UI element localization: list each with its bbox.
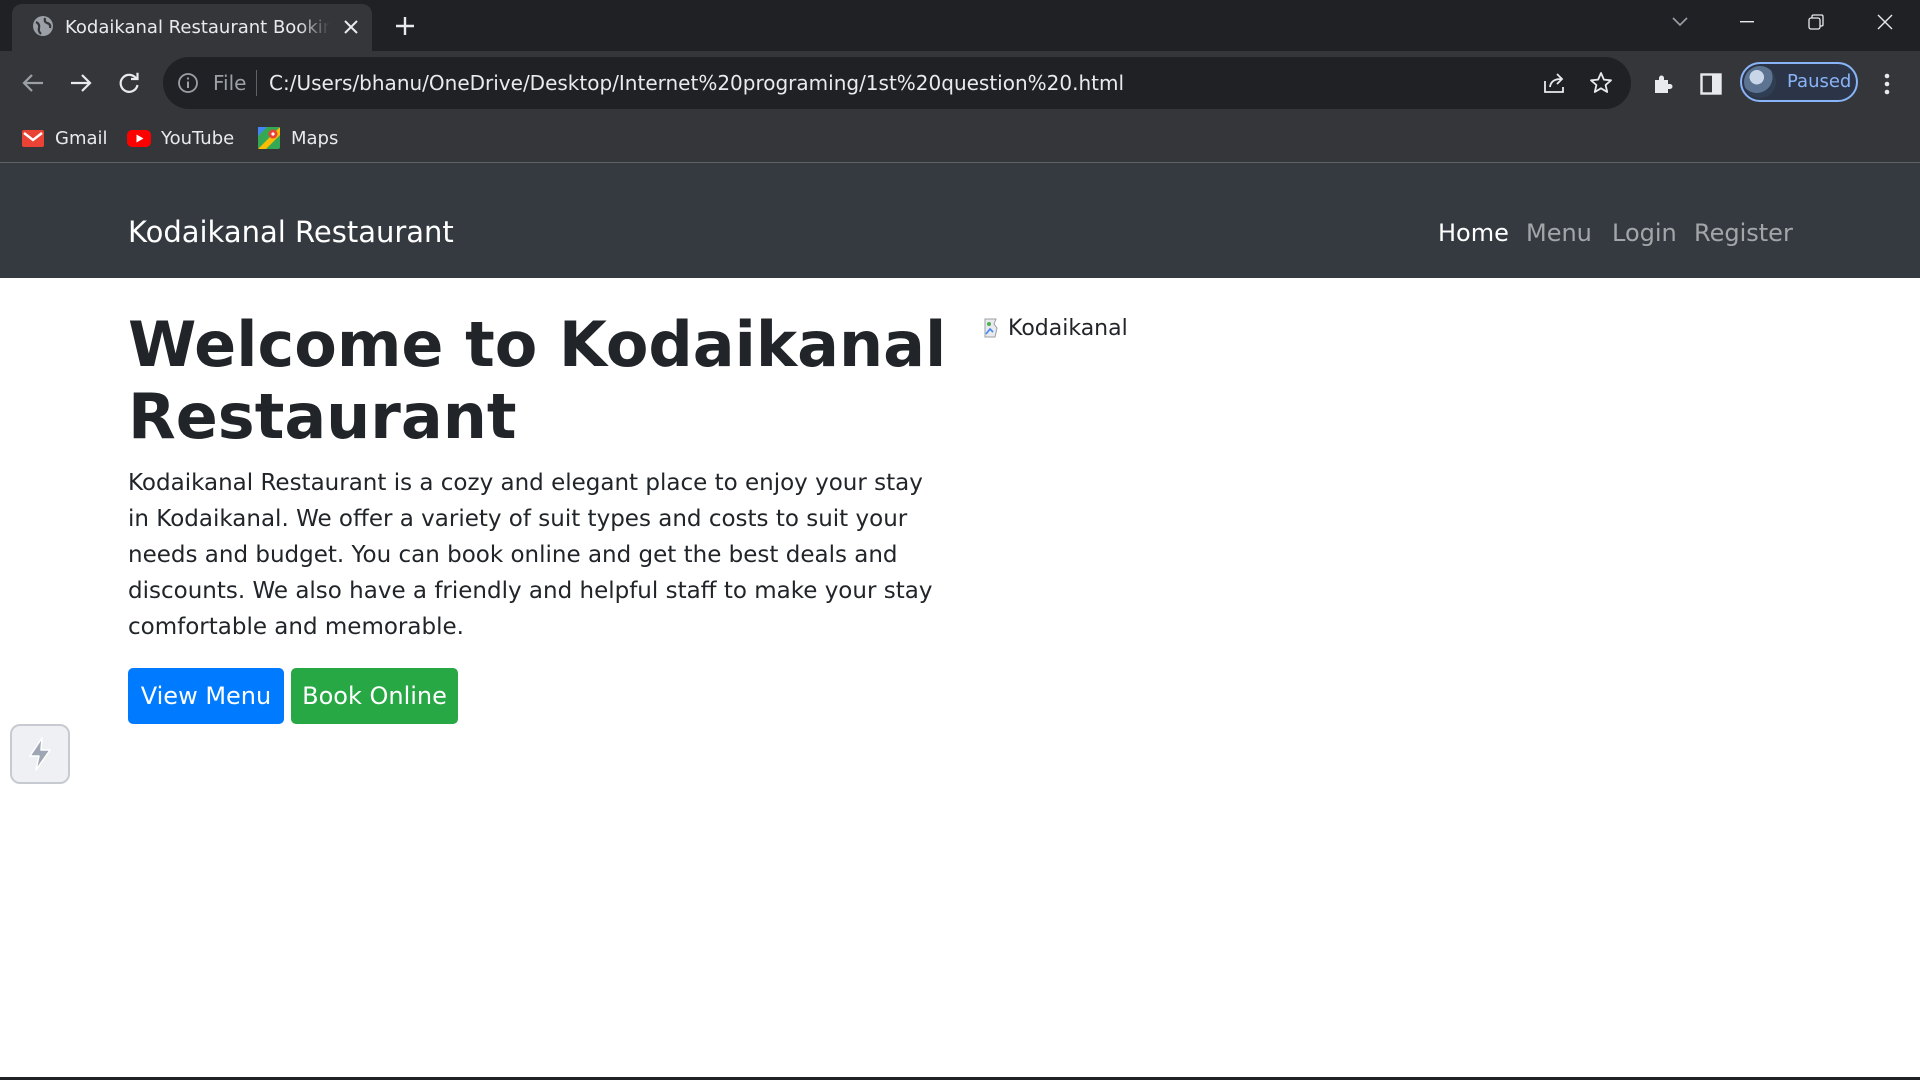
- image-alt-text: Kodaikanal: [1008, 315, 1128, 341]
- bookmark-star-icon[interactable]: [1588, 70, 1614, 96]
- nav-link-register[interactable]: Register: [1694, 218, 1793, 248]
- browser-toolbar: File C:/Users/bhanu/OneDrive/Desktop/Int…: [0, 51, 1920, 116]
- maps-icon: [257, 127, 281, 149]
- web-page: Kodaikanal Restaurant Home Menu Login Re…: [0, 163, 1920, 1080]
- bookmark-label: Gmail: [55, 127, 108, 149]
- profile-status: Paused: [1787, 71, 1852, 92]
- lightning-icon: [29, 737, 51, 771]
- tab-search-button[interactable]: [1660, 6, 1700, 38]
- close-window-button[interactable]: [1865, 6, 1905, 38]
- globe-icon: [32, 15, 54, 37]
- youtube-icon: [127, 128, 151, 148]
- restore-icon: [1808, 14, 1824, 30]
- floating-widget-button[interactable]: [10, 724, 70, 784]
- new-tab-button[interactable]: [390, 11, 420, 41]
- bookmark-maps[interactable]: Maps: [257, 123, 338, 153]
- bookmark-gmail[interactable]: Gmail: [21, 123, 108, 153]
- bookmark-label: YouTube: [161, 127, 235, 149]
- bookmarks-bar: Gmail YouTube Maps: [0, 116, 1920, 163]
- nav-link-home[interactable]: Home: [1438, 218, 1509, 248]
- forward-button[interactable]: [63, 65, 99, 101]
- hero-description: Kodaikanal Restaurant is a cozy and eleg…: [128, 470, 933, 640]
- arrow-left-icon: [22, 74, 43, 92]
- broken-image-icon: [984, 318, 998, 338]
- nav-link-menu[interactable]: Menu: [1526, 218, 1592, 248]
- tab-strip: Kodaikanal Restaurant Booking System: [0, 0, 1920, 51]
- reload-icon: [119, 72, 139, 93]
- browser-tab[interactable]: Kodaikanal Restaurant Booking System: [12, 4, 372, 51]
- browser-chrome: Kodaikanal Restaurant Booking System: [0, 0, 1920, 163]
- side-panel-icon[interactable]: [1696, 69, 1726, 99]
- extensions-icon[interactable]: [1648, 69, 1678, 99]
- bookmark-label: Maps: [291, 127, 339, 149]
- scheme-label: File: [213, 71, 247, 95]
- info-icon[interactable]: [177, 72, 199, 94]
- scheme-separator: [256, 70, 257, 96]
- back-button[interactable]: [15, 65, 51, 101]
- share-icon[interactable]: [1541, 70, 1567, 96]
- more-menu-icon[interactable]: [1872, 69, 1902, 99]
- avatar: [1744, 66, 1776, 98]
- close-tab-icon[interactable]: [338, 14, 364, 40]
- gmail-icon: [21, 128, 45, 148]
- nav-link-login[interactable]: Login: [1612, 218, 1677, 248]
- profile-button[interactable]: Paused: [1740, 62, 1858, 102]
- arrow-right-icon: [71, 74, 92, 92]
- chevron-down-icon: [1672, 17, 1688, 27]
- site-navbar: Kodaikanal Restaurant Home Menu Login Re…: [0, 163, 1920, 278]
- hero-image: Kodaikanal: [982, 313, 1128, 343]
- view-menu-button[interactable]: View Menu: [128, 668, 284, 724]
- tab-title: Kodaikanal Restaurant Booking System: [65, 17, 330, 38]
- address-bar[interactable]: File C:/Users/bhanu/OneDrive/Desktop/Int…: [163, 57, 1631, 109]
- restore-button[interactable]: [1796, 6, 1836, 38]
- plus-icon: [396, 17, 414, 35]
- url-text[interactable]: C:/Users/bhanu/OneDrive/Desktop/Internet…: [269, 69, 1124, 97]
- book-online-button[interactable]: Book Online: [291, 668, 458, 724]
- minimize-button[interactable]: [1727, 6, 1767, 38]
- bookmark-youtube[interactable]: YouTube: [127, 123, 234, 153]
- close-icon: [1877, 14, 1893, 30]
- hero-title: Welcome to Kodaikanal Restaurant: [128, 308, 947, 453]
- minimize-icon: [1740, 21, 1754, 23]
- reload-button[interactable]: [111, 65, 147, 101]
- navbar-brand[interactable]: Kodaikanal Restaurant: [128, 215, 454, 249]
